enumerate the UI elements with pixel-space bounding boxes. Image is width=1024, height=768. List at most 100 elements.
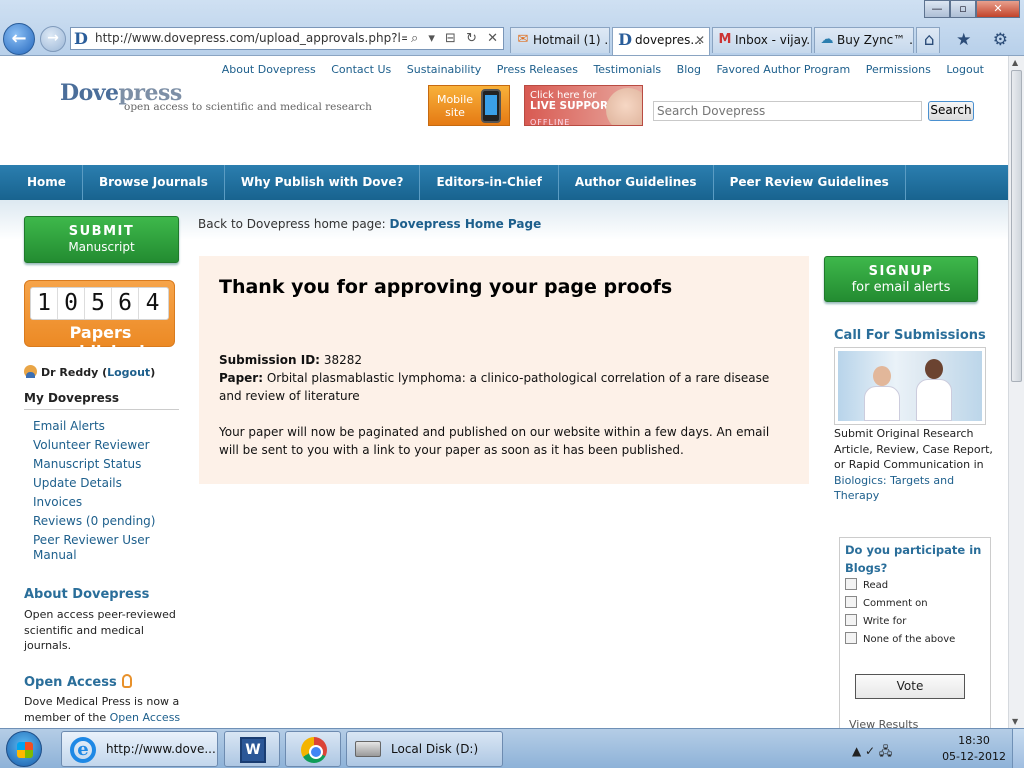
tab-dovepress[interactable]: D dovepres... ✕ <box>612 27 710 55</box>
poll-option: Write for <box>845 613 985 631</box>
ie-icon: e <box>70 737 96 763</box>
link-invoices[interactable]: Invoices <box>33 495 183 510</box>
tray-icons[interactable]: ▲ ✓ 🖧 <box>852 742 892 763</box>
main-nav: Home Browse Journals Why Publish with Do… <box>0 165 1008 200</box>
counter-digit: 0 <box>58 288 85 319</box>
link-email-alerts[interactable]: Email Alerts <box>33 419 183 434</box>
link-manuscript-status[interactable]: Manuscript Status <box>33 457 183 472</box>
top-link-press-releases[interactable]: Press Releases <box>497 63 578 76</box>
confirmation-box: Thank you for approving your page proofs… <box>199 256 809 484</box>
top-link-permissions[interactable]: Permissions <box>866 63 931 76</box>
doctors-photo[interactable] <box>834 347 986 425</box>
submission-id-value: 38282 <box>323 353 362 367</box>
nav-browse-journals[interactable]: Browse Journals <box>83 165 225 200</box>
signup-email-alerts-button[interactable]: SIGNUP for email alerts <box>824 256 978 302</box>
top-link-about[interactable]: About Dovepress <box>222 63 316 76</box>
tab-zync[interactable]: ☁ Buy Zync™ ... <box>814 27 914 53</box>
poll-checkbox-comment[interactable] <box>845 596 857 608</box>
mobile-site-banner[interactable]: Mobile site <box>428 85 510 126</box>
tab-label: Buy Zync™ ... <box>837 33 914 47</box>
link-peer-reviewer-manual[interactable]: Peer Reviewer User Manual <box>33 533 183 563</box>
my-dovepress-heading: My Dovepress <box>24 391 179 410</box>
nav-home[interactable]: Home <box>0 165 83 200</box>
poll-checkbox-write[interactable] <box>845 614 857 626</box>
start-button[interactable] <box>6 731 42 767</box>
open-access-link[interactable]: Open Access <box>110 711 181 724</box>
top-link-logout[interactable]: Logout <box>946 63 984 76</box>
link-volunteer-reviewer[interactable]: Volunteer Reviewer <box>33 438 183 453</box>
dovepress-favicon: D <box>74 29 88 48</box>
submit-manuscript-button[interactable]: SUBMIT Manuscript <box>24 216 179 263</box>
link-update-details[interactable]: Update Details <box>33 476 183 491</box>
top-link-testimonials[interactable]: Testimonials <box>593 63 661 76</box>
back-button[interactable]: ← <box>3 23 35 55</box>
view-results-link[interactable]: View Results <box>849 718 918 728</box>
tab-gmail[interactable]: M Inbox - vijay... <box>712 27 812 53</box>
logout-link[interactable]: Logout <box>107 366 150 379</box>
poll-checkbox-none[interactable] <box>845 632 857 644</box>
vertical-scrollbar[interactable]: ▲ ▼ <box>1008 56 1024 728</box>
logo-name-part1: Dove <box>60 80 119 106</box>
browser-chrome: — ▫ ✕ ← → D http://www.dovepress.com/uploa… <box>0 0 1024 56</box>
scroll-up-icon[interactable]: ▲ <box>1012 58 1018 67</box>
poll-option: Comment on <box>845 595 985 613</box>
dovepress-logo[interactable]: Dovepress open access to scientific and … <box>60 80 372 113</box>
drive-icon <box>355 741 381 757</box>
open-access-text: Dove Medical Press is now a member of th… <box>24 694 184 725</box>
vote-button[interactable]: Vote <box>855 674 965 699</box>
search-input[interactable] <box>653 101 922 121</box>
close-tab-icon[interactable]: ✕ <box>695 28 705 52</box>
address-bar[interactable]: D http://www.dovepress.com/upload_approv… <box>70 27 504 50</box>
open-access-label[interactable]: Open Access <box>24 675 117 690</box>
paper-label: Paper: <box>219 371 264 385</box>
taskbar-word[interactable]: W <box>224 731 280 767</box>
maximize-button[interactable]: ▫ <box>950 0 976 18</box>
tab-label: dovepres... <box>635 33 702 47</box>
support-agent-photo <box>606 88 642 125</box>
open-access-heading: Open Access <box>24 674 132 690</box>
show-desktop-button[interactable] <box>1012 729 1024 768</box>
link-reviews[interactable]: Reviews (0 pending) <box>33 514 183 529</box>
scroll-thumb[interactable] <box>1011 70 1022 382</box>
about-dovepress-heading[interactable]: About Dovepress <box>24 587 149 602</box>
top-link-blog[interactable]: Blog <box>677 63 701 76</box>
gmail-icon: M <box>718 32 732 47</box>
biologics-journal-link[interactable]: Biologics: Targets and Therapy <box>834 474 954 503</box>
search-button[interactable]: Search <box>928 101 974 121</box>
nav-author-guidelines[interactable]: Author Guidelines <box>559 165 714 200</box>
home-page-link[interactable]: Dovepress Home Page <box>390 217 542 231</box>
forward-button[interactable]: → <box>40 26 66 52</box>
top-link-favored-author[interactable]: Favored Author Program <box>716 63 850 76</box>
top-links: About Dovepress Contact Us Sustainabilit… <box>0 63 984 76</box>
call-for-submissions-heading[interactable]: Call For Submissions <box>834 328 986 343</box>
nav-peer-review-guidelines[interactable]: Peer Review Guidelines <box>714 165 906 200</box>
user-name: Dr Reddy <box>41 366 99 379</box>
scroll-down-icon[interactable]: ▼ <box>1012 717 1018 726</box>
hotmail-icon: ✉ <box>517 32 529 47</box>
taskbar-ie[interactable]: e http://www.dove... <box>61 731 218 767</box>
live-support-banner[interactable]: Click here for LIVE SUPPORT OFFLINE <box>524 85 643 126</box>
nav-editors-in-chief[interactable]: Editors-in-Chief <box>420 165 559 200</box>
taskbar-chrome[interactable] <box>285 731 341 767</box>
blog-poll: Do you participate in Blogs? Read Commen… <box>839 537 991 728</box>
top-link-sustainability[interactable]: Sustainability <box>407 63 481 76</box>
nav-why-publish[interactable]: Why Publish with Dove? <box>225 165 421 200</box>
page-viewport: About Dovepress Contact Us Sustainabilit… <box>0 56 1008 728</box>
poll-checkbox-read[interactable] <box>845 578 857 590</box>
counter-label: Papers published <box>56 323 145 361</box>
minimize-button[interactable]: — <box>924 0 950 18</box>
taskbar-disk-label: Local Disk (D:) <box>391 742 479 756</box>
chrome-icon <box>301 737 327 763</box>
open-lock-icon <box>121 674 132 688</box>
tab-hotmail[interactable]: ✉ Hotmail (1) ... <box>510 27 610 53</box>
clock[interactable]: 18:30 05-12-2012 <box>942 733 1006 765</box>
poll-option-label: Comment on <box>863 598 928 609</box>
address-tools-icons[interactable]: ⌕ ▾ ⊟ ↻ ✕ <box>406 28 501 49</box>
close-window-button[interactable]: ✕ <box>976 0 1020 18</box>
breadcrumb: Back to Dovepress home page: Dovepress H… <box>198 217 541 231</box>
browser-toolbar-icons[interactable]: ⌂ ★ ⚙ <box>924 30 1016 50</box>
top-link-contact[interactable]: Contact Us <box>331 63 391 76</box>
taskbar-local-disk[interactable]: Local Disk (D:) <box>346 731 503 767</box>
poll-option: None of the above <box>845 631 985 649</box>
user-icon <box>24 365 37 378</box>
